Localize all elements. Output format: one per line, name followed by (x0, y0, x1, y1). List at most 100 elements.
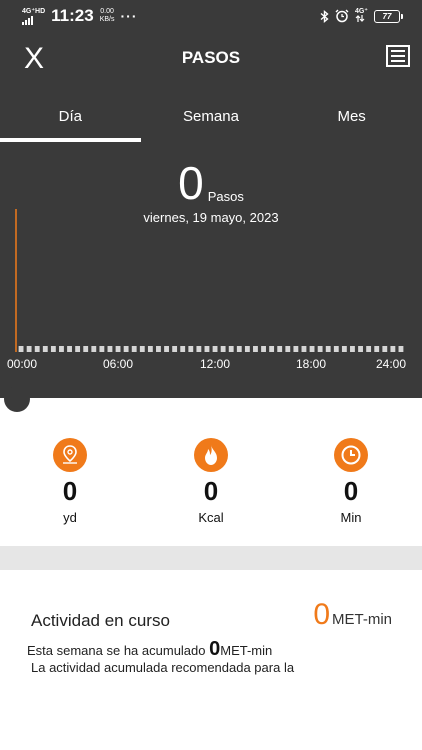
stat-yd: 0 yd (30, 438, 110, 525)
chart-bar (253, 346, 258, 352)
chart-bar (285, 346, 291, 352)
stat-value: 0 (343, 476, 359, 506)
chart-bar (26, 346, 32, 352)
speed-value: 0.00 (100, 8, 114, 15)
signal-icon (22, 15, 45, 25)
x-tick-label: 24:00 (375, 357, 407, 371)
stat-kcal: 0 Kcal (171, 438, 251, 525)
chart-bar (317, 346, 323, 352)
stat-value: 0 (203, 476, 219, 506)
x-axis: 00:00 06:00 12:00 18:00 24:00 (0, 357, 422, 373)
chart-bar (333, 346, 339, 352)
network-indicator: 4G⁺HD (22, 8, 45, 25)
x-tick-label: 00:00 (6, 357, 38, 371)
steps-chart[interactable] (0, 205, 422, 355)
steps-value: 0 (178, 157, 204, 209)
chart-bar (398, 346, 404, 352)
stat-value: 0 (62, 476, 78, 506)
alarm-icon (335, 9, 349, 23)
flame-icon (194, 438, 228, 472)
chart-bar (309, 346, 315, 352)
chart-bar (277, 346, 283, 352)
stat-unit: Min (340, 510, 362, 525)
week-prefix: Esta semana se ha acumulado (27, 643, 206, 658)
chart-bar (325, 346, 331, 352)
chart-bar (180, 346, 186, 352)
speed-unit: KB/s (99, 16, 115, 23)
chart-bar (220, 346, 226, 352)
tab-2[interactable]: Mes (281, 96, 422, 142)
chart-bar (91, 346, 97, 352)
chart-bar (75, 346, 81, 352)
chart-bar (50, 346, 56, 352)
header-panel: 4G⁺HD 11:23 0.00 KB/s ··· 4G⁺ 77 X PASOS (0, 0, 422, 398)
met-unit: MET-min (332, 611, 392, 628)
chart-bar (67, 346, 72, 352)
x-tick-label: 12:00 (199, 357, 231, 371)
chart-bar (115, 346, 121, 352)
mobile-data-indicator: 4G⁺ (355, 8, 368, 24)
stat-unit: Kcal (198, 510, 224, 525)
more-notifications-icon: ··· (120, 8, 138, 24)
stat-min: 0 Min (311, 438, 391, 525)
chart-bar (34, 346, 40, 352)
location-pin-icon (53, 438, 87, 472)
chart-bar (204, 346, 210, 352)
chart-bar (236, 346, 242, 352)
chart-bar (172, 346, 178, 352)
chart-bar (374, 346, 380, 352)
tab-0[interactable]: Día (0, 96, 141, 142)
section-divider (0, 546, 422, 570)
clock-icon (334, 438, 368, 472)
status-bar: 4G⁺HD 11:23 0.00 KB/s ··· 4G⁺ 77 (0, 0, 422, 34)
chart-bar (212, 346, 218, 352)
chart-bar (131, 346, 137, 352)
chart-bar (269, 346, 275, 352)
chart-bar (228, 346, 234, 352)
chart-bar (382, 346, 388, 352)
recommendation-text: La actividad acumulada recomendada para … (31, 660, 295, 675)
weekly-accumulated: Esta semana se ha acumulado 0MET-min (27, 638, 272, 661)
chart-bar (83, 346, 89, 352)
met-summary: 0 MET-min (313, 600, 392, 630)
chart-bar (99, 346, 105, 352)
data-arrows-icon (355, 15, 365, 22)
chart-bar (59, 346, 64, 352)
chart-bar (366, 346, 372, 352)
period-tabs: Día Semana Mes (0, 96, 422, 142)
chart-bar (156, 346, 161, 352)
network-type: 4G⁺HD (22, 7, 46, 15)
clock-time: 11:23 (51, 6, 94, 25)
chart-bar (139, 346, 145, 352)
app-bar: X PASOS (0, 36, 422, 82)
menu-icon[interactable] (386, 45, 410, 67)
chart-bar (350, 346, 355, 352)
chart-bar (107, 346, 113, 352)
week-value: 0 (209, 638, 221, 660)
battery-icon: 77 (374, 9, 403, 23)
tab-1[interactable]: Semana (141, 96, 282, 142)
chart-bar (164, 346, 169, 352)
chart-bar (293, 346, 299, 352)
page-title: PASOS (181, 48, 241, 67)
chart-scrubber-handle[interactable] (4, 386, 30, 412)
bluetooth-icon (320, 9, 329, 23)
chart-bar (147, 346, 153, 352)
chart-bar (261, 346, 266, 352)
network-speed: 0.00 KB/s (100, 8, 115, 24)
chart-bar (244, 346, 250, 352)
steps-summary: 0 Pasos (0, 160, 422, 206)
met-value: 0 (313, 598, 330, 631)
week-unit: MET-min (220, 643, 273, 658)
chart-bar (123, 346, 129, 352)
chart-bar (341, 346, 347, 352)
chart-bar (42, 346, 48, 352)
chart-bar (390, 346, 396, 352)
network-type-right: 4G⁺ (354, 8, 368, 15)
activity-title: Actividad en curso (31, 611, 170, 630)
x-tick-label: 18:00 (295, 357, 327, 371)
chart-bar (301, 346, 307, 352)
chart-bar (358, 346, 363, 352)
chart-bar (196, 346, 202, 352)
x-tick-label: 06:00 (102, 357, 134, 371)
